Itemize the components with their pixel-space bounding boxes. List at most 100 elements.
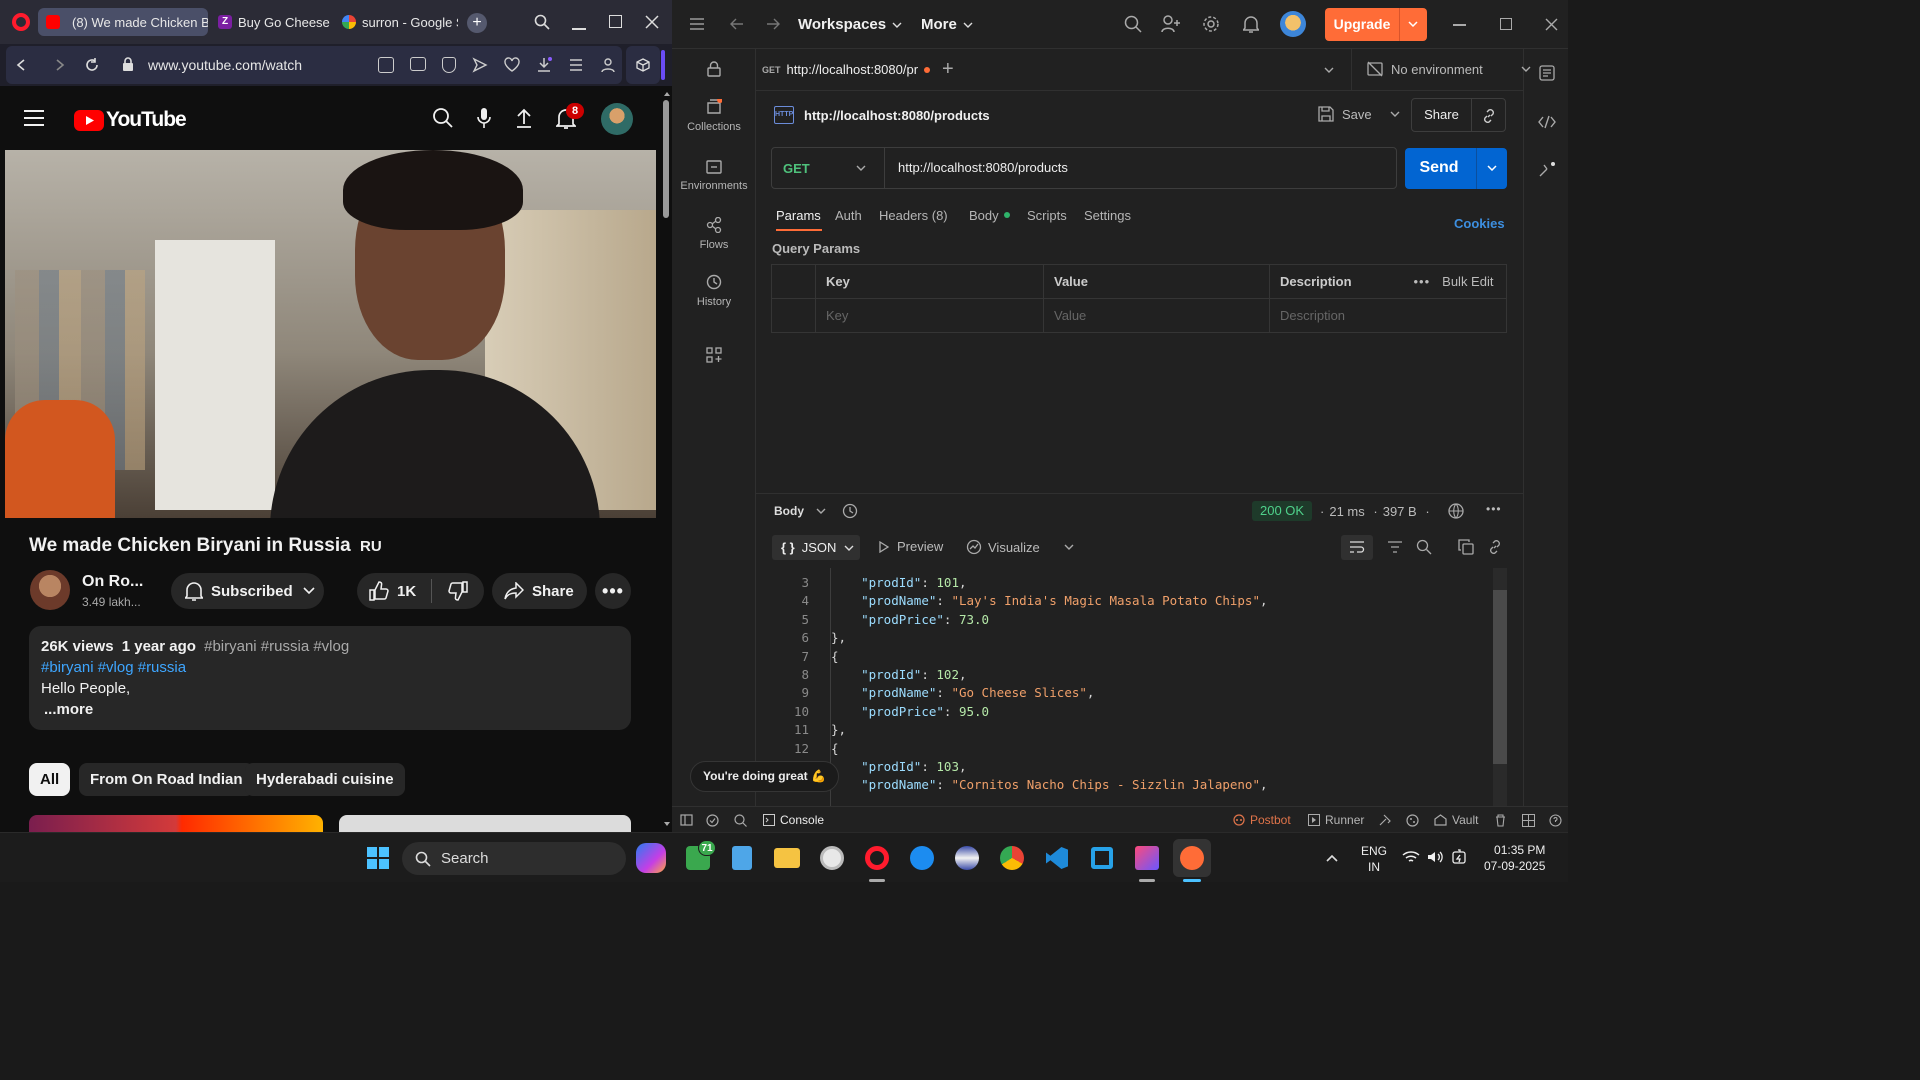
battery-charging-icon[interactable] bbox=[1452, 849, 1468, 865]
show-more-link[interactable]: ...more bbox=[44, 701, 93, 718]
sidebar-item-collections[interactable]: Collections bbox=[672, 99, 756, 133]
key-input[interactable]: Key bbox=[815, 298, 1044, 333]
postman-taskbar-icon[interactable] bbox=[1173, 839, 1211, 877]
chip-all[interactable]: All bbox=[29, 763, 71, 796]
online-status-icon[interactable] bbox=[706, 814, 719, 827]
video-player[interactable] bbox=[5, 150, 656, 518]
lock-icon[interactable] bbox=[707, 61, 721, 77]
bulk-edit-button[interactable]: ••• Bulk Edit bbox=[1403, 264, 1507, 299]
close-icon[interactable] bbox=[1545, 18, 1558, 31]
tab-google[interactable]: surron - Google Search bbox=[334, 8, 458, 36]
wifi-icon[interactable] bbox=[1402, 850, 1420, 864]
share-button[interactable]: Share bbox=[1412, 99, 1471, 131]
url-input[interactable]: http://localhost:8080/products bbox=[898, 160, 1068, 175]
more-menu[interactable]: More bbox=[921, 16, 973, 33]
method-select[interactable]: GET bbox=[772, 148, 885, 188]
menu-icon[interactable] bbox=[24, 110, 44, 126]
tab-settings[interactable]: Settings bbox=[1084, 208, 1131, 223]
scroll-down-icon[interactable] bbox=[664, 822, 670, 826]
reload-icon[interactable] bbox=[84, 57, 100, 73]
start-button[interactable] bbox=[362, 842, 394, 874]
avatar[interactable] bbox=[601, 103, 633, 135]
page-scrollbar[interactable] bbox=[660, 86, 672, 832]
send-icon[interactable] bbox=[472, 57, 488, 73]
response-time[interactable]: 21 ms bbox=[1329, 504, 1364, 519]
edit-page-icon[interactable] bbox=[378, 57, 394, 73]
opera-logo-icon[interactable] bbox=[12, 13, 30, 31]
response-body-code[interactable]: 3 "prodId": 101, 4 "prodName": "Lay's Ind… bbox=[771, 568, 1507, 806]
search-icon[interactable] bbox=[1124, 15, 1142, 33]
menu-icon[interactable] bbox=[690, 18, 704, 30]
close-icon[interactable] bbox=[645, 15, 659, 29]
share-button[interactable]: Share bbox=[492, 573, 587, 609]
like-button[interactable]: 1K bbox=[357, 573, 431, 609]
link-icon[interactable] bbox=[1487, 539, 1503, 555]
search-icon[interactable] bbox=[433, 108, 453, 128]
response-body-select[interactable]: Body bbox=[774, 504, 826, 518]
help-icon[interactable] bbox=[1549, 814, 1562, 827]
forward-arrow-icon[interactable] bbox=[766, 17, 780, 31]
language-indicator[interactable]: ENG IN bbox=[1361, 843, 1387, 875]
workspaces-menu[interactable]: Workspaces bbox=[798, 16, 902, 33]
tab-zepto[interactable]: Z Buy Go Cheese Slices bbox=[210, 8, 334, 36]
tab-scripts[interactable]: Scripts bbox=[1027, 208, 1067, 223]
recommended-thumbnail[interactable] bbox=[29, 815, 323, 832]
easy-setup-icon[interactable] bbox=[568, 57, 584, 73]
toggle-sidebar-icon[interactable] bbox=[680, 814, 693, 826]
taskbar-app-icon[interactable] bbox=[951, 842, 983, 874]
dislike-button[interactable] bbox=[432, 573, 484, 609]
response-size[interactable]: 397 B bbox=[1383, 504, 1417, 519]
find-replace-icon[interactable] bbox=[734, 814, 747, 827]
save-button[interactable]: Save bbox=[1318, 106, 1400, 122]
capture-requests-icon[interactable] bbox=[1379, 814, 1391, 826]
profile-icon[interactable] bbox=[600, 57, 616, 73]
scrollbar-thumb[interactable] bbox=[1493, 590, 1507, 764]
layout-icon[interactable] bbox=[1522, 814, 1535, 827]
postbot-button[interactable]: Postbot bbox=[1233, 813, 1291, 827]
heart-icon[interactable] bbox=[504, 57, 520, 73]
wrap-lines-button[interactable] bbox=[1341, 535, 1373, 560]
subscribed-button[interactable]: Subscribed bbox=[171, 573, 324, 609]
vault-button[interactable]: Vault bbox=[1434, 813, 1478, 827]
maximize-icon[interactable] bbox=[609, 15, 622, 28]
visualize-button[interactable]: Visualize bbox=[966, 539, 1074, 555]
preview-button[interactable]: Preview bbox=[879, 539, 943, 554]
hashtag-links[interactable]: #biryani #vlog #russia bbox=[41, 659, 186, 676]
taskbar-search[interactable]: Search bbox=[402, 842, 626, 875]
documentation-icon[interactable] bbox=[1539, 65, 1555, 81]
inline-tags[interactable]: #biryani #russia #vlog bbox=[204, 638, 349, 655]
opera-taskbar-icon[interactable] bbox=[861, 842, 893, 874]
tabs-overflow-icon[interactable] bbox=[1324, 67, 1334, 73]
configure-sidebar-icon[interactable] bbox=[706, 347, 722, 363]
more-actions-button[interactable]: ••• bbox=[595, 573, 631, 609]
avatar[interactable] bbox=[1280, 11, 1306, 37]
runner-button[interactable]: Runner bbox=[1308, 813, 1364, 827]
chevron-down-icon[interactable] bbox=[1487, 165, 1497, 171]
chip-hyderabadi[interactable]: Hyderabadi cuisine bbox=[245, 763, 405, 796]
snapshot-icon[interactable] bbox=[410, 57, 426, 71]
link-icon[interactable] bbox=[1481, 108, 1497, 124]
video-description[interactable]: 26K views 1 year ago #biryani #russia #v… bbox=[29, 626, 631, 730]
settings-icon[interactable] bbox=[1202, 15, 1220, 33]
search-tabs-icon[interactable] bbox=[534, 14, 550, 30]
sidebar-item-flows[interactable]: Flows bbox=[672, 217, 756, 251]
file-explorer-icon[interactable] bbox=[771, 842, 803, 874]
chevron-up-icon[interactable] bbox=[1326, 854, 1338, 862]
chrome-icon[interactable] bbox=[996, 842, 1028, 874]
tab-params[interactable]: Params bbox=[776, 208, 821, 223]
clock[interactable]: 01:35 PM 07-09-2025 bbox=[1484, 842, 1545, 874]
forward-icon[interactable] bbox=[55, 59, 65, 71]
shield-icon[interactable] bbox=[442, 57, 456, 73]
scrollbar-thumb[interactable] bbox=[663, 100, 669, 218]
chip-channel[interactable]: From On Road Indian bbox=[79, 763, 254, 796]
minimize-icon[interactable] bbox=[572, 28, 586, 30]
tab-youtube[interactable]: (8) We made Chicken Biryani bbox=[38, 8, 208, 36]
new-tab-button[interactable]: + bbox=[942, 58, 954, 81]
request-name[interactable]: http://localhost:8080/products bbox=[804, 108, 990, 123]
taskbar-app-badged[interactable]: 71 bbox=[682, 840, 716, 874]
globe-icon[interactable] bbox=[1448, 503, 1464, 519]
microphone-icon[interactable] bbox=[477, 107, 491, 129]
back-arrow-icon[interactable] bbox=[730, 17, 744, 31]
channel-avatar[interactable] bbox=[30, 570, 70, 610]
scroll-up-icon[interactable] bbox=[664, 92, 670, 96]
